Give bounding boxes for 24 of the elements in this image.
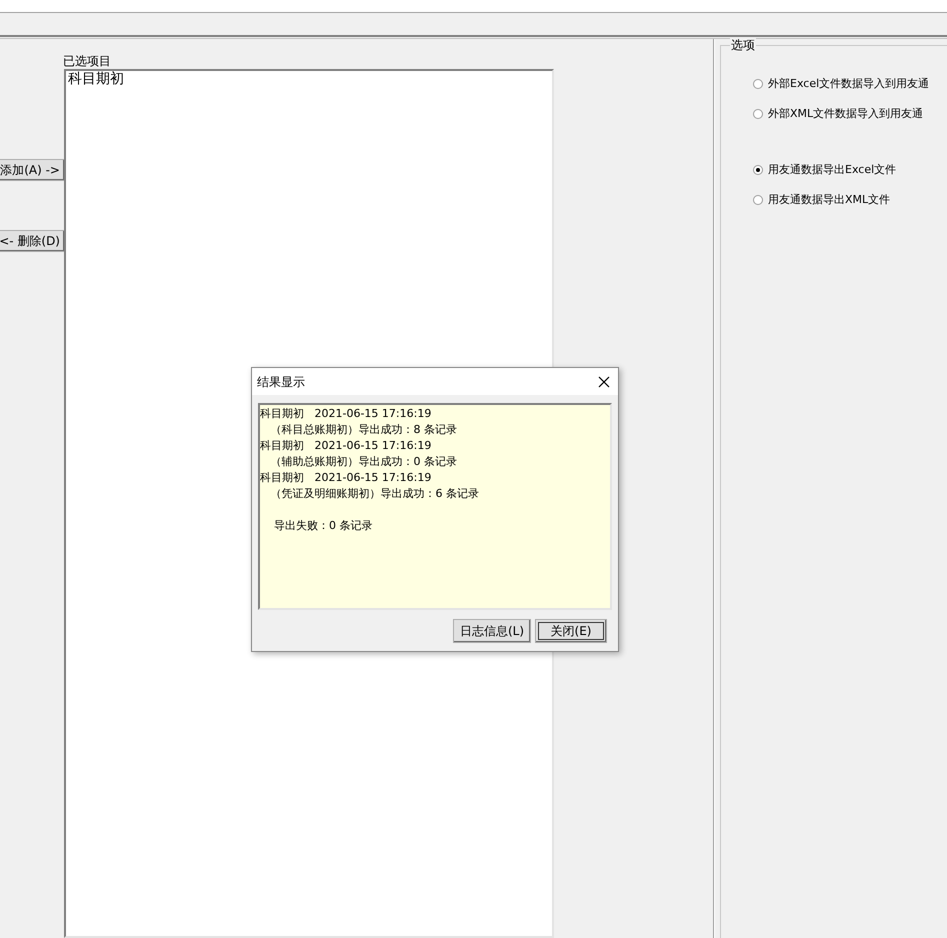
radio-label[interactable]: 用友通数据导出Excel文件 — [768, 162, 896, 178]
radio-label[interactable]: 外部XML文件数据导入到用友通 — [768, 106, 924, 122]
log-line: （辅助总账期初）导出成功：0 条记录 — [269, 454, 458, 470]
dialog-button[interactable]: 日志信息(L) — [453, 619, 531, 643]
radio-label[interactable]: 外部Excel文件数据导入到用友通 — [768, 76, 930, 92]
list-item[interactable]: 科目期初 — [68, 71, 550, 87]
list-label: 已选项目 — [63, 53, 112, 69]
dialog-title: 结果显示 — [257, 374, 305, 390]
summary-line: 导出失败：0 条记录 — [272, 518, 374, 534]
remove-button[interactable]: <- 删除(D) — [0, 230, 65, 252]
radio-button[interactable] — [753, 165, 763, 175]
close-icon[interactable] — [598, 376, 610, 388]
log-line: 科目期初 2021-06-15 17:16:19 — [260, 438, 432, 454]
radio-button[interactable] — [753, 195, 763, 205]
dialog-button[interactable]: 关闭(E) — [535, 619, 607, 643]
radio-button[interactable] — [753, 109, 763, 119]
log-line: （凭证及明细账期初）导出成功：6 条记录 — [269, 486, 480, 502]
group-title: 选项 — [730, 37, 756, 53]
radio-label[interactable]: 用友通数据导出XML文件 — [768, 192, 890, 208]
add-button[interactable]: 添加(A) -> — [0, 159, 65, 181]
radio-button[interactable] — [753, 79, 763, 89]
log-line: 科目期初 2021-06-15 17:16:19 — [260, 406, 432, 422]
log-line: （科目总账期初）导出成功：8 条记录 — [269, 422, 458, 438]
log-line: 科目期初 2021-06-15 17:16:19 — [260, 470, 432, 486]
